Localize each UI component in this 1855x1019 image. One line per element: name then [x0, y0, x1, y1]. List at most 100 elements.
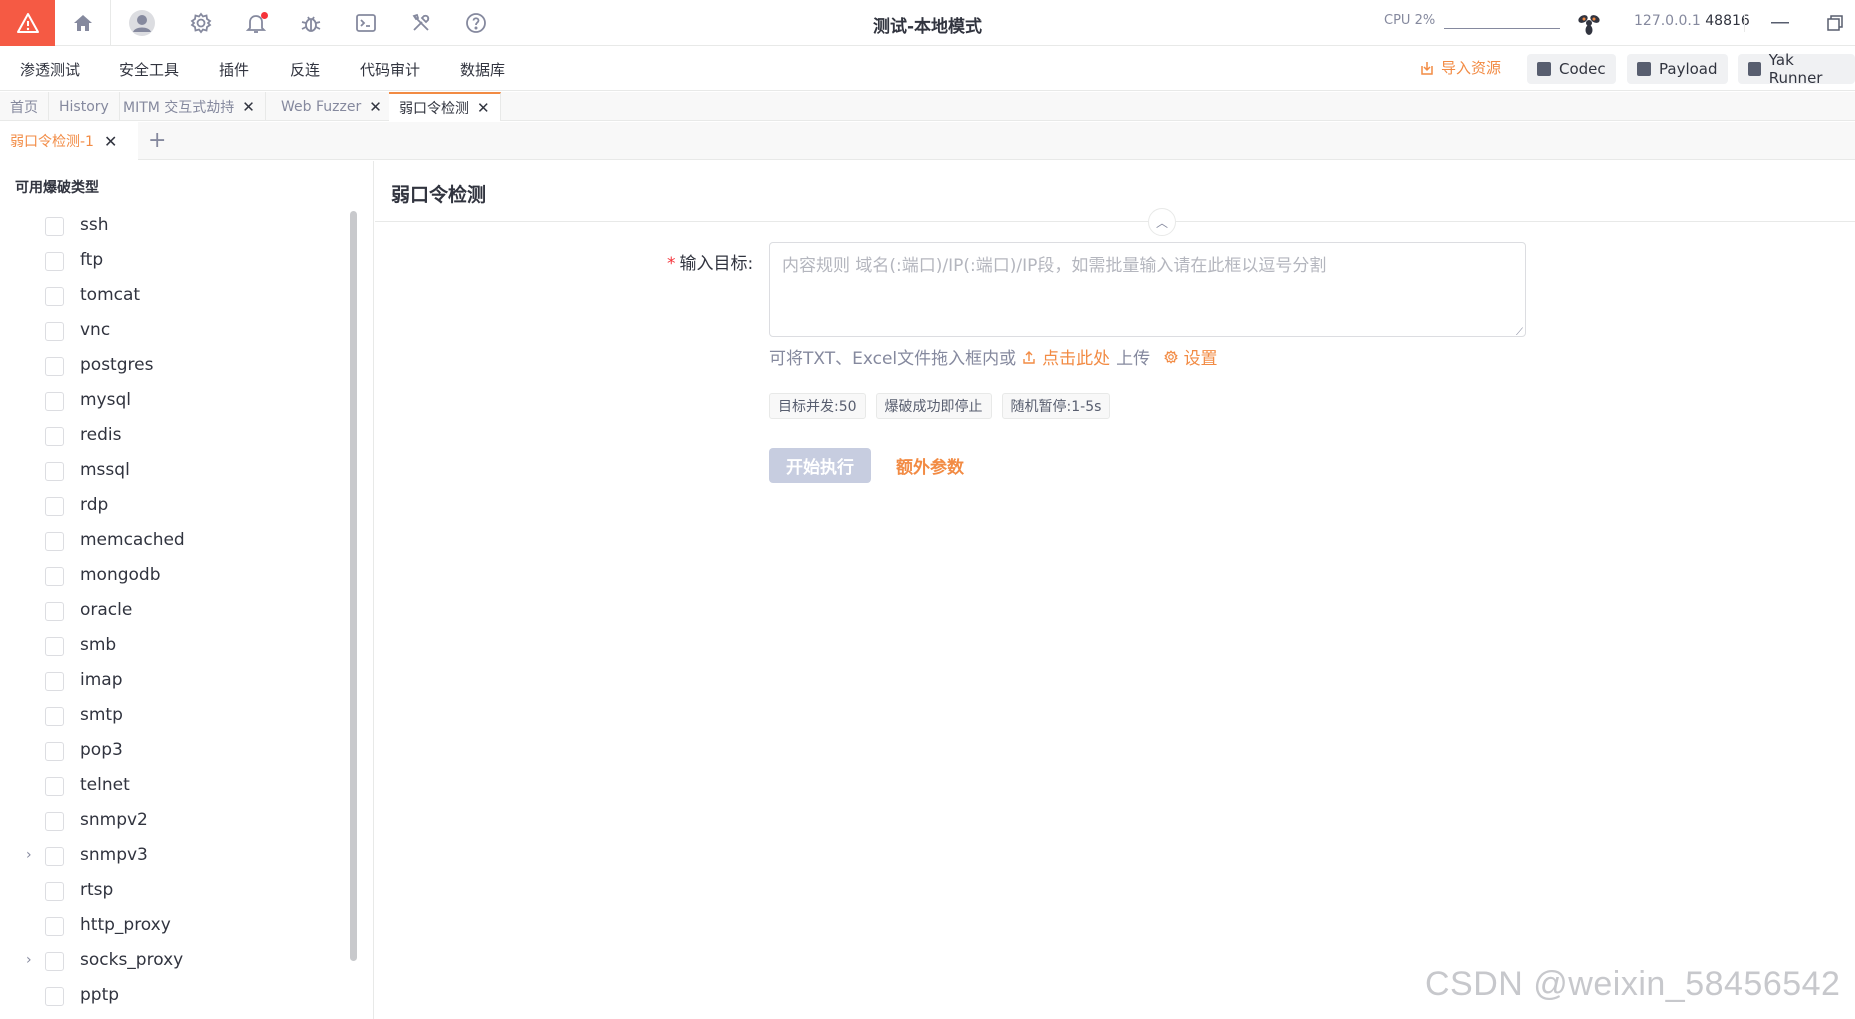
brute-type-item[interactable]: http_proxy	[0, 909, 350, 944]
brute-type-item[interactable]: smtp	[0, 699, 350, 734]
import-resources-button[interactable]: 导入资源	[1419, 57, 1501, 78]
tab-label: 首页	[10, 99, 38, 116]
help-icon[interactable]	[461, 8, 491, 38]
tab-label: History	[59, 98, 109, 115]
brute-type-item[interactable]: memcached	[0, 524, 350, 559]
brute-type-item[interactable]: tomcat	[0, 279, 350, 314]
codec-button[interactable]: Codec	[1527, 54, 1616, 84]
terminal-icon[interactable]	[351, 8, 381, 38]
checkbox[interactable]	[45, 672, 64, 691]
start-button[interactable]: 开始执行	[769, 448, 871, 483]
resize-grip-icon[interactable]: ⟋	[1516, 327, 1523, 338]
checkbox[interactable]	[45, 462, 64, 481]
tools-icon[interactable]	[406, 8, 436, 38]
target-input[interactable]	[769, 242, 1526, 337]
menu-item-plugins[interactable]: 插件	[219, 59, 249, 80]
checkbox[interactable]	[45, 392, 64, 411]
checkbox[interactable]	[45, 497, 64, 516]
yak-runner-button[interactable]: Yak Runner	[1738, 51, 1855, 87]
separator	[110, 0, 111, 46]
subtab-label: 弱口令检测-1	[10, 134, 94, 150]
close-icon[interactable]: ✕	[104, 132, 117, 151]
tab-brute-force[interactable]: 弱口令检测 ✕	[389, 92, 501, 121]
extra-params-link[interactable]: 额外参数	[896, 453, 964, 478]
brute-type-item[interactable]: redis	[0, 419, 350, 454]
menu-item-reverse[interactable]: 反连	[290, 59, 320, 80]
menu-item-pentest[interactable]: 渗透测试	[20, 59, 80, 80]
brute-type-item[interactable]: vnc	[0, 314, 350, 349]
engine-host: 127.0.0.1	[1634, 13, 1701, 29]
menu-item-code-audit[interactable]: 代码审计	[360, 59, 420, 80]
settings-link-label: 设置	[1183, 349, 1218, 369]
tab-mitm[interactable]: MITM 交互式劫持 ✕	[113, 92, 266, 121]
brute-type-item[interactable]: › socks_proxy	[0, 944, 350, 979]
tab-history[interactable]: History	[49, 92, 120, 121]
chevron-right-icon[interactable]: ›	[26, 952, 32, 968]
subtab-brute-force-1[interactable]: 弱口令检测-1 ✕	[0, 122, 138, 160]
close-icon[interactable]: ✕	[477, 99, 490, 117]
checkbox[interactable]	[45, 812, 64, 831]
brute-type-item[interactable]: mongodb	[0, 559, 350, 594]
brute-type-item[interactable]: ftp	[0, 244, 350, 279]
menu-item-security-tools[interactable]: 安全工具	[119, 59, 179, 80]
brute-type-item[interactable]: pptp	[0, 979, 350, 1014]
brute-type-item[interactable]: mysql	[0, 384, 350, 419]
payload-button[interactable]: Payload	[1627, 54, 1728, 84]
upload-link[interactable]: 点击此处	[1042, 344, 1110, 369]
checkbox[interactable]	[45, 287, 64, 306]
minimize-icon[interactable]	[1765, 10, 1795, 36]
brute-type-item[interactable]: telnet	[0, 769, 350, 804]
upload-icon	[1023, 350, 1035, 364]
warning-icon[interactable]	[0, 0, 55, 46]
bug-icon[interactable]	[296, 8, 326, 38]
yak-runner-label: Yak Runner	[1768, 51, 1823, 87]
brute-type-item[interactable]: › snmpv3	[0, 839, 350, 874]
checkbox[interactable]	[45, 637, 64, 656]
checkbox[interactable]	[45, 917, 64, 936]
tab-web-fuzzer[interactable]: Web Fuzzer ✕	[271, 92, 393, 121]
checkbox[interactable]	[45, 567, 64, 586]
checkbox[interactable]	[45, 322, 64, 341]
brute-type-item[interactable]: ssh	[0, 209, 350, 244]
checkbox[interactable]	[45, 847, 64, 866]
checkbox[interactable]	[45, 707, 64, 726]
add-tab-icon[interactable]: +	[148, 128, 166, 153]
close-icon[interactable]: ✕	[242, 98, 255, 116]
brute-type-item[interactable]: rtsp	[0, 874, 350, 909]
menu-item-database[interactable]: 数据库	[460, 59, 505, 80]
panel-title: 可用爆破类型	[15, 180, 99, 196]
chevron-right-icon[interactable]: ›	[26, 847, 32, 863]
brute-type-item[interactable]: snmpv2	[0, 804, 350, 839]
checkbox[interactable]	[45, 602, 64, 621]
brute-type-item[interactable]: rdp	[0, 489, 350, 524]
close-icon[interactable]: ✕	[369, 98, 382, 116]
user-avatar-icon[interactable]	[127, 8, 157, 38]
checkbox[interactable]	[45, 357, 64, 376]
yak-engine-icon[interactable]	[1575, 9, 1603, 37]
brute-type-item[interactable]: pop3	[0, 734, 350, 769]
checkbox[interactable]	[45, 987, 64, 1006]
checkbox[interactable]	[45, 217, 64, 236]
brute-type-item[interactable]: imap	[0, 664, 350, 699]
checkbox[interactable]	[45, 882, 64, 901]
checkbox[interactable]	[45, 427, 64, 446]
checkbox[interactable]	[45, 252, 64, 271]
cpu-graph	[1444, 28, 1560, 29]
brute-type-item[interactable]: postgres	[0, 349, 350, 384]
settings-icon[interactable]	[186, 8, 216, 38]
checkbox[interactable]	[45, 532, 64, 551]
tab-home[interactable]: 首页	[0, 92, 49, 121]
checkbox[interactable]	[45, 952, 64, 971]
brute-type-item[interactable]: mssql	[0, 454, 350, 489]
home-icon[interactable]	[68, 8, 98, 38]
restore-icon[interactable]	[1820, 10, 1850, 36]
scrollbar[interactable]	[350, 211, 357, 961]
collapse-icon[interactable]: ︿	[1148, 208, 1176, 236]
bell-icon[interactable]	[241, 8, 271, 38]
brute-type-item[interactable]: smb	[0, 629, 350, 664]
tab-label: 弱口令检测	[399, 100, 469, 117]
checkbox[interactable]	[45, 777, 64, 796]
brute-type-item[interactable]: oracle	[0, 594, 350, 629]
checkbox[interactable]	[45, 742, 64, 761]
settings-link[interactable]: 设置	[1164, 344, 1218, 369]
